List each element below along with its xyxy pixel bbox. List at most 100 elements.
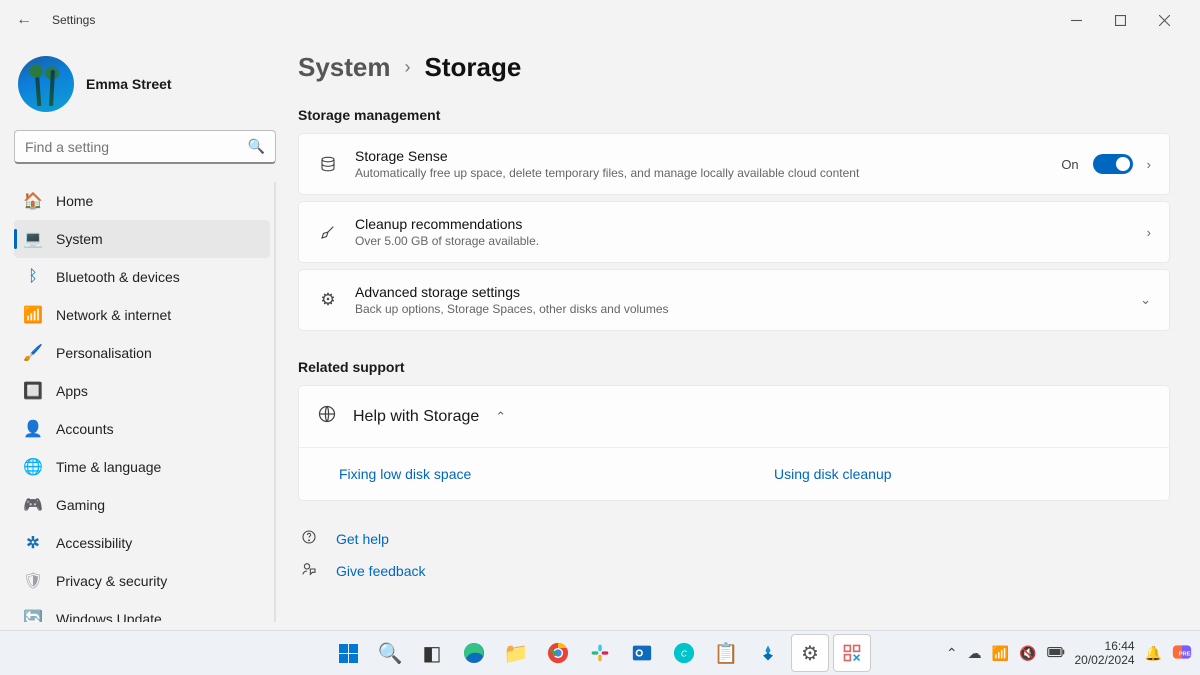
sidebar-item-accessibility[interactable]: ✲ Accessibility: [14, 524, 270, 562]
breadcrumb-current: Storage: [425, 52, 522, 83]
time-icon: 🌐: [24, 458, 42, 476]
personalisation-icon: 🖌️: [24, 344, 42, 362]
advanced-storage-row[interactable]: ⚙ Advanced storage settings Back up opti…: [298, 269, 1170, 331]
section-title-support: Related support: [298, 359, 1170, 375]
sidebar-item-label: Apps: [56, 383, 88, 399]
sidebar-item-update[interactable]: 🔄 Windows Update: [14, 600, 270, 622]
chrome-icon[interactable]: [539, 634, 577, 672]
sidebar-item-label: Personalisation: [56, 345, 152, 361]
search-icon: 🔍: [248, 138, 265, 155]
help-title: Help with Storage: [353, 408, 479, 426]
search-input[interactable]: [25, 139, 248, 155]
avatar: [18, 56, 74, 112]
sidebar-item-home[interactable]: 🏠Home: [14, 182, 270, 220]
sidebar-item-network[interactable]: 📶Network & internet: [14, 296, 270, 334]
back-button[interactable]: ←: [14, 11, 34, 29]
help-header[interactable]: Help with Storage ⌃: [299, 386, 1169, 447]
system-tray[interactable]: ⌃ ☁ 📶 🔇 16:44 20/02/2024 🔔 PRE: [946, 639, 1192, 668]
sidebar-item-label: Windows Update: [56, 611, 162, 622]
cleanup-row[interactable]: Cleanup recommendations Over 5.00 GB of …: [298, 201, 1170, 263]
window-title: Settings: [52, 13, 95, 27]
link-disk-cleanup[interactable]: Using disk cleanup: [734, 448, 1169, 500]
cleanup-desc: Over 5.00 GB of storage available.: [355, 234, 1131, 248]
help-card: Help with Storage ⌃ Fixing low disk spac…: [298, 385, 1170, 501]
sidebar-item-apps[interactable]: 🔲Apps: [14, 372, 270, 410]
bluetooth-icon: ᛒ: [24, 268, 42, 286]
storage-sense-icon: [317, 155, 339, 173]
sidebar-item-system[interactable]: 💻System: [14, 220, 270, 258]
slack-icon[interactable]: [581, 634, 619, 672]
sidebar-item-label: Home: [56, 193, 93, 209]
nav-list: 🏠Home💻System ᛒ Bluetooth & devices 📶Network…: [14, 182, 276, 622]
clock[interactable]: 16:44 20/02/2024: [1075, 639, 1135, 668]
start-button[interactable]: [329, 634, 367, 672]
volume-icon[interactable]: 🔇: [1019, 645, 1036, 662]
sidebar-item-accounts[interactable]: 👤 Accounts: [14, 410, 270, 448]
broom-icon: [317, 223, 339, 241]
task-view-icon[interactable]: ◧: [413, 634, 451, 672]
chevron-down-icon[interactable]: ⌄: [1140, 292, 1151, 308]
search-box[interactable]: 🔍: [14, 130, 276, 164]
taskbar-search-icon[interactable]: 🔍: [371, 634, 409, 672]
outlook-icon[interactable]: [623, 634, 661, 672]
settings-taskbar-icon[interactable]: ⚙: [791, 634, 829, 672]
storage-sense-desc: Automatically free up space, delete temp…: [355, 166, 1045, 180]
canva-icon[interactable]: C: [665, 634, 703, 672]
sidebar-item-personalisation[interactable]: 🖌️ Personalisation: [14, 334, 270, 372]
tray-chevron-icon[interactable]: ⌃: [946, 645, 958, 662]
main-content: System › Storage Storage management Stor…: [290, 40, 1200, 630]
edge-icon[interactable]: [455, 634, 493, 672]
sidebar-item-label: Accounts: [56, 421, 114, 437]
accessibility-icon: ✲: [24, 534, 42, 552]
section-title-management: Storage management: [298, 107, 1170, 123]
gear-icon: ⚙: [317, 290, 339, 310]
minimize-button[interactable]: [1054, 5, 1098, 35]
user-name: Emma Street: [86, 76, 172, 92]
sidebar-item-time[interactable]: 🌐 Time & language: [14, 448, 270, 486]
sidebar-item-privacy[interactable]: 🛡Privacy & security: [14, 562, 270, 600]
storage-sense-row[interactable]: Storage Sense Automatically free up spac…: [298, 133, 1170, 195]
snip-icon[interactable]: [833, 634, 871, 672]
advanced-title: Advanced storage settings: [355, 284, 1124, 300]
accounts-icon: 👤: [24, 420, 42, 438]
notifications-icon[interactable]: 🔔: [1145, 645, 1162, 662]
breadcrumb-parent[interactable]: System: [298, 52, 391, 83]
update-icon: 🔄: [24, 610, 42, 622]
svg-text:PRE: PRE: [1179, 651, 1191, 657]
advanced-desc: Back up options, Storage Spaces, other d…: [355, 302, 1124, 316]
maximize-button[interactable]: [1098, 5, 1142, 35]
sidebar-item-label: Gaming: [56, 497, 105, 513]
give-feedback-link[interactable]: Give feedback: [298, 555, 1170, 587]
link-fixing-low-disk[interactable]: Fixing low disk space: [299, 448, 734, 500]
app-icon[interactable]: [749, 634, 787, 672]
explorer-icon[interactable]: 📁: [497, 634, 535, 672]
taskbar[interactable]: 🔍 ◧ 📁 C 📋 ⚙ ⌃ ☁ 📶 🔇 16:44 20/02/2024 🔔 P…: [0, 630, 1200, 675]
storage-sense-title: Storage Sense: [355, 148, 1045, 164]
help-icon: [300, 529, 318, 549]
onedrive-icon[interactable]: ☁: [968, 645, 982, 662]
sidebar-item-label: Time & language: [56, 459, 161, 475]
sidebar-item-bluetooth[interactable]: ᛒ Bluetooth & devices: [14, 258, 270, 296]
breadcrumb: System › Storage: [298, 52, 1170, 83]
sidebar-item-label: System: [56, 231, 103, 247]
chevron-right-icon[interactable]: ›: [1147, 225, 1151, 240]
storage-sense-toggle[interactable]: [1093, 154, 1133, 174]
chevron-right-icon: ›: [405, 57, 411, 78]
user-profile[interactable]: Emma Street: [18, 56, 272, 112]
sidebar-item-label: Bluetooth & devices: [56, 269, 180, 285]
sidebar-item-label: Accessibility: [56, 535, 132, 551]
wifi-icon[interactable]: 📶: [992, 645, 1009, 662]
get-help-link[interactable]: Get help: [298, 523, 1170, 555]
cleanup-title: Cleanup recommendations: [355, 216, 1131, 232]
battery-icon[interactable]: [1047, 645, 1065, 661]
copilot-icon[interactable]: PRE: [1172, 642, 1192, 665]
chevron-up-icon[interactable]: ⌃: [495, 409, 506, 425]
feedback-icon: [300, 561, 318, 581]
network-icon: 📶: [24, 306, 42, 324]
chevron-right-icon[interactable]: ›: [1147, 157, 1151, 172]
gaming-icon: 🎮: [24, 496, 42, 514]
close-button[interactable]: [1142, 5, 1186, 35]
notepad-icon[interactable]: 📋: [707, 634, 745, 672]
sidebar-item-gaming[interactable]: 🎮 Gaming: [14, 486, 270, 524]
sidebar-item-label: Privacy & security: [56, 573, 167, 589]
